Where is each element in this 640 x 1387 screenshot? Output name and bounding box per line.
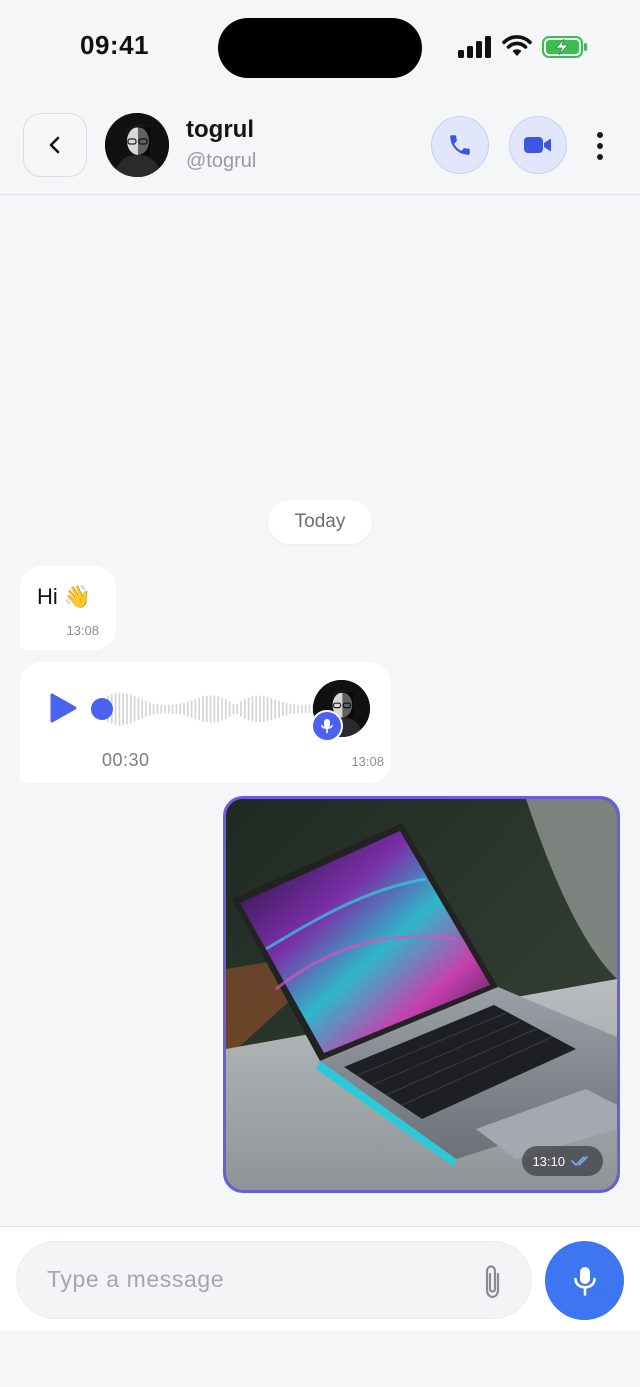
waveform-bar [255,695,257,723]
waveform-bar [198,697,200,721]
message-time: 13:08 [66,623,99,638]
microphone-icon [321,719,333,734]
waveform-bar [278,700,280,718]
waveform-bar [183,702,185,716]
more-vertical-icon-dot [597,143,603,149]
waveform-bar [282,701,284,717]
chat-header: togrul @togrul [0,104,640,195]
waveform-bar [251,696,254,722]
record-voice-button[interactable] [545,1241,624,1320]
message-time: 13:08 [351,754,384,769]
waveform-bar [221,697,223,721]
date-separator: Today [268,500,372,544]
waveform-bar [293,704,295,714]
waveform-bar [187,701,189,717]
waveform-bar [156,704,159,714]
contact-avatar[interactable] [105,113,169,177]
voice-call-button[interactable] [431,116,489,174]
waveform-bar [202,696,204,722]
contact-handle: @togrul [186,150,257,172]
contact-name: togrul [186,116,254,143]
waveform-bar [149,702,151,716]
waveform-bar [213,695,216,723]
message-text: Hi 👋 [37,584,92,609]
video-call-button[interactable] [509,116,567,174]
waveform-bar [190,700,193,718]
back-button[interactable] [23,113,87,177]
message-input[interactable]: Type a message [16,1241,532,1319]
waveform-bar [145,701,147,717]
waveform-bar [240,701,242,717]
waveform-bar [285,702,288,716]
voice-message-bubble: 00:30 13:08 [20,662,391,783]
more-vertical-icon-dot [597,132,603,138]
message-bubble-incoming[interactable]: Hi 👋 13:08 [20,566,116,650]
more-vertical-icon-dot [597,154,603,160]
waveform-bar [236,703,238,715]
more-options-button[interactable] [588,126,612,166]
waveform-bar [194,699,197,719]
waveform-bar [304,704,307,714]
waveform-bar [114,693,117,725]
waveform-bar [228,701,231,717]
message-input-placeholder: Type a message [47,1266,225,1292]
microphone-icon [573,1266,596,1296]
waveform-bar [118,692,121,726]
waveform-bar [289,703,292,715]
video-camera-icon [524,137,551,153]
waveform-bar [141,699,143,719]
double-check-icon [571,1156,588,1166]
avatar-portrait [105,113,169,177]
waveform-bar [175,704,178,714]
dynamic-island [218,18,422,78]
signal-icon [458,36,491,58]
chevron-left-icon [49,136,60,154]
waveform-bar [168,704,170,714]
phone-icon [450,135,470,155]
playback-scrubber[interactable] [91,698,113,720]
waveform-bar [308,704,311,714]
waveform-bar [130,694,132,724]
waveform-bar [137,697,140,721]
waveform-bar [244,699,246,719]
waveform-bar [122,692,124,726]
waveform-bar [247,697,250,721]
waveform-bar [301,704,303,714]
waveform-bar [160,704,162,714]
waveform-bar [259,695,261,723]
waveform-bar [266,696,269,722]
waveform-bar [171,704,174,714]
waveform-bar [164,704,166,714]
battery-charging-icon [542,36,587,58]
waveform-bar [297,704,299,714]
image-message-outgoing[interactable]: 13:10 [223,796,620,1193]
voice-duration: 00:30 [102,750,150,770]
play-icon[interactable] [48,692,78,724]
paperclip-icon[interactable] [479,1262,507,1302]
waveform-bar [232,703,235,715]
waveform-bar [217,696,219,722]
laptop-photo [226,799,617,1190]
image-meta: 13:10 [522,1146,603,1176]
waveform-bar [263,696,265,722]
waveform-bar [270,698,273,720]
waveform-bar [209,695,212,723]
waveform-bar [126,693,128,725]
waveform-bar [225,699,227,719]
waveform-bar [133,696,136,722]
voice-waveform[interactable] [90,684,322,734]
wifi-icon [502,35,532,56]
message-composer: Type a message [0,1226,640,1331]
mic-badge [311,710,343,742]
waveform-bar [152,703,155,715]
waveform-bar [274,699,276,719]
status-time: 09:41 [80,30,149,60]
waveform-bar [179,703,181,715]
message-time: 13:10 [532,1153,565,1169]
waveform-bar [206,695,208,723]
